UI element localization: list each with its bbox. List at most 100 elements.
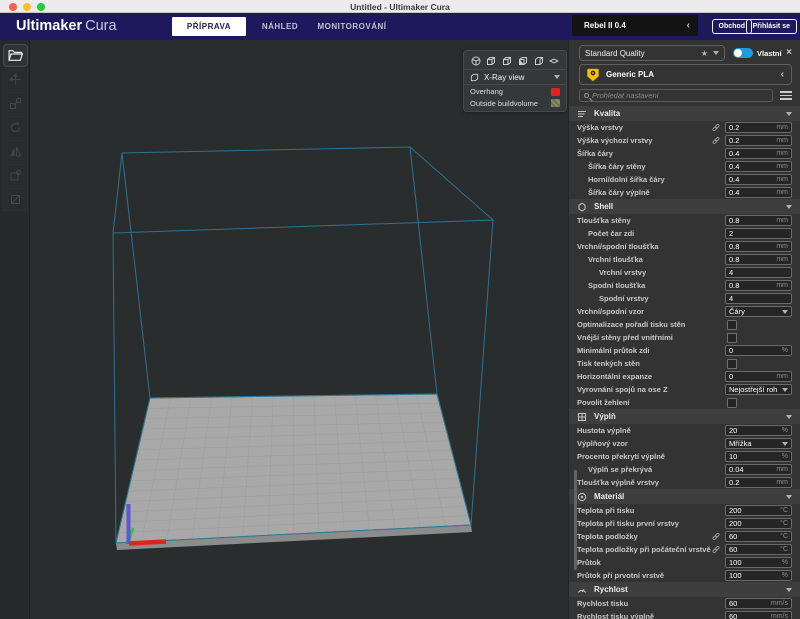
view-front-icon[interactable]	[486, 55, 497, 66]
link-icon[interactable]	[711, 136, 721, 145]
setting-value-field[interactable]: 200°C	[725, 505, 792, 516]
link-icon[interactable]	[711, 545, 721, 554]
setting-row: Tisk tenkých stěn	[569, 357, 800, 370]
chevron-down-icon	[786, 415, 792, 419]
setting-value-field[interactable]: 0mm	[725, 371, 792, 382]
setting-dropdown[interactable]: Čáry	[725, 306, 792, 317]
chevron-down-icon	[554, 75, 560, 79]
setting-value-field[interactable]: 0.8mm	[725, 241, 792, 252]
setting-value-field[interactable]: 0.8mm	[725, 280, 792, 291]
settings-scrollbar[interactable]	[574, 470, 577, 570]
printer-selector[interactable]: Rebel II 0.4 ‹	[572, 15, 698, 36]
setting-label: Šířka čáry výplně	[569, 188, 725, 197]
setting-value-field[interactable]: 200°C	[725, 518, 792, 529]
view-bottom-icon[interactable]	[549, 55, 560, 66]
setting-value-field[interactable]: 100%	[725, 557, 792, 568]
setting-value-field[interactable]: 0.2mm	[725, 477, 792, 488]
chevron-down-icon	[786, 112, 792, 116]
setting-value-field[interactable]: 60°C	[725, 544, 792, 555]
setting-value-field[interactable]: 4	[725, 267, 792, 278]
setting-row: Výška vrstvy0.2mm	[569, 121, 800, 134]
setting-checkbox[interactable]	[727, 320, 737, 330]
vypln-icon	[577, 412, 587, 422]
section-title: Kvalita	[594, 109, 620, 118]
setting-row: Teplota při tisku200°C	[569, 504, 800, 517]
setting-label: Vrchní vrstvy	[569, 268, 725, 277]
setting-value-field[interactable]: 100%	[725, 570, 792, 581]
setting-label: Spodní tloušťka	[569, 281, 725, 290]
setting-value-field[interactable]: 0.2mm	[725, 135, 792, 146]
setting-value-field[interactable]: 60mm/s	[725, 598, 792, 609]
custom-mode-toggle[interactable]	[733, 48, 753, 58]
outside-buildvolume-swatch	[551, 99, 560, 107]
setting-row: Horizontální expanze0mm	[569, 370, 800, 383]
tool-rotate-button[interactable]	[2, 116, 28, 139]
settings-filter-menu-icon[interactable]	[780, 91, 792, 100]
setting-value-field[interactable]: 60°C	[725, 531, 792, 542]
view-3d-icon[interactable]	[470, 55, 481, 66]
section-header-material[interactable]: Materiál	[569, 489, 800, 504]
setting-value-field[interactable]: 0.4mm	[725, 187, 792, 198]
view-right-icon[interactable]	[533, 55, 544, 66]
setting-value-field[interactable]: 0.4mm	[725, 148, 792, 159]
setting-value-field[interactable]: 0%	[725, 345, 792, 356]
section-header-rychlost[interactable]: Rychlost	[569, 582, 800, 597]
section-title: Materiál	[594, 492, 624, 501]
setting-value-field[interactable]: 20%	[725, 425, 792, 436]
view-mode-dropdown[interactable]: X-Ray view	[464, 70, 566, 85]
tab-prepare[interactable]: PŘÍPRAVA	[172, 17, 246, 36]
open-file-button[interactable]	[3, 44, 28, 67]
settings-search[interactable]	[579, 89, 773, 102]
setting-row: Procento překrytí výplně10%	[569, 450, 800, 463]
tool-move-button[interactable]	[2, 68, 28, 91]
close-panel-button[interactable]: ×	[786, 48, 792, 58]
section-header-kvalita[interactable]: Kvalita	[569, 106, 800, 121]
setting-value-field[interactable]: 0.4mm	[725, 161, 792, 172]
folder-open-icon	[8, 49, 23, 62]
setting-value-field[interactable]: 0.8mm	[725, 215, 792, 226]
section-header-vypln[interactable]: Výplň	[569, 409, 800, 424]
tool-scale-button[interactable]	[2, 92, 28, 115]
setting-value-field[interactable]: 0.4mm	[725, 174, 792, 185]
setting-label: Teplota při tisku první vrstvy	[569, 519, 725, 528]
setting-label: Horní/dolní šířka čáry	[569, 175, 725, 184]
chevron-icon: ‹	[781, 69, 784, 80]
printer-name: Rebel II 0.4	[572, 21, 626, 30]
tool-mirror-button[interactable]	[2, 140, 28, 163]
setting-value-field[interactable]: 60mm/s	[725, 611, 792, 619]
tool-per-model-settings-button[interactable]	[2, 164, 28, 187]
chevron-down-icon	[786, 205, 792, 209]
profile-dropdown[interactable]: Standard Quality ★	[579, 45, 725, 61]
search-icon	[584, 93, 589, 98]
setting-value-field[interactable]: 4	[725, 293, 792, 304]
setting-checkbox[interactable]	[727, 359, 737, 369]
setting-checkbox[interactable]	[727, 333, 737, 343]
setting-value-field[interactable]: 10%	[725, 451, 792, 462]
link-icon[interactable]	[711, 532, 721, 541]
setting-label: Tloušťka výplně vrstvy	[569, 478, 725, 487]
view-top-icon[interactable]	[502, 55, 513, 66]
setting-value-field[interactable]: 2	[725, 228, 792, 239]
move-icon	[9, 73, 22, 86]
sign-in-button[interactable]: Přihlásit se	[746, 19, 797, 34]
tab-preview[interactable]: NÁHLED	[254, 17, 306, 36]
material-selector[interactable]: Generic PLA ‹	[579, 64, 792, 85]
setting-label: Výška výchozí vrstvy	[569, 136, 711, 145]
link-icon[interactable]	[711, 123, 721, 132]
viewport-3d[interactable]: X-Ray view Overhang Outside buildvolume	[30, 40, 568, 619]
view-left-icon[interactable]	[517, 55, 528, 66]
setting-label: Hustota výplně	[569, 426, 725, 435]
setting-value-field[interactable]: 0.2mm	[725, 122, 792, 133]
setting-value-field[interactable]: 0.8mm	[725, 254, 792, 265]
tool-support-blocker-button[interactable]	[2, 188, 28, 211]
setting-value-field[interactable]: 0.04mm	[725, 464, 792, 475]
star-icon[interactable]: ★	[701, 49, 708, 58]
setting-checkbox[interactable]	[727, 398, 737, 408]
search-input[interactable]	[592, 91, 768, 100]
setting-dropdown[interactable]: Nejostřejší roh	[725, 384, 792, 395]
section-header-shell[interactable]: Shell	[569, 199, 800, 214]
setting-dropdown[interactable]: Mřížka	[725, 438, 792, 449]
setting-label: Vyrovnání spojů na ose Z	[569, 385, 725, 394]
tab-monitor[interactable]: MONITOROVÁNÍ	[308, 17, 396, 36]
setting-row: Vyrovnání spojů na ose ZNejostřejší roh	[569, 383, 800, 396]
